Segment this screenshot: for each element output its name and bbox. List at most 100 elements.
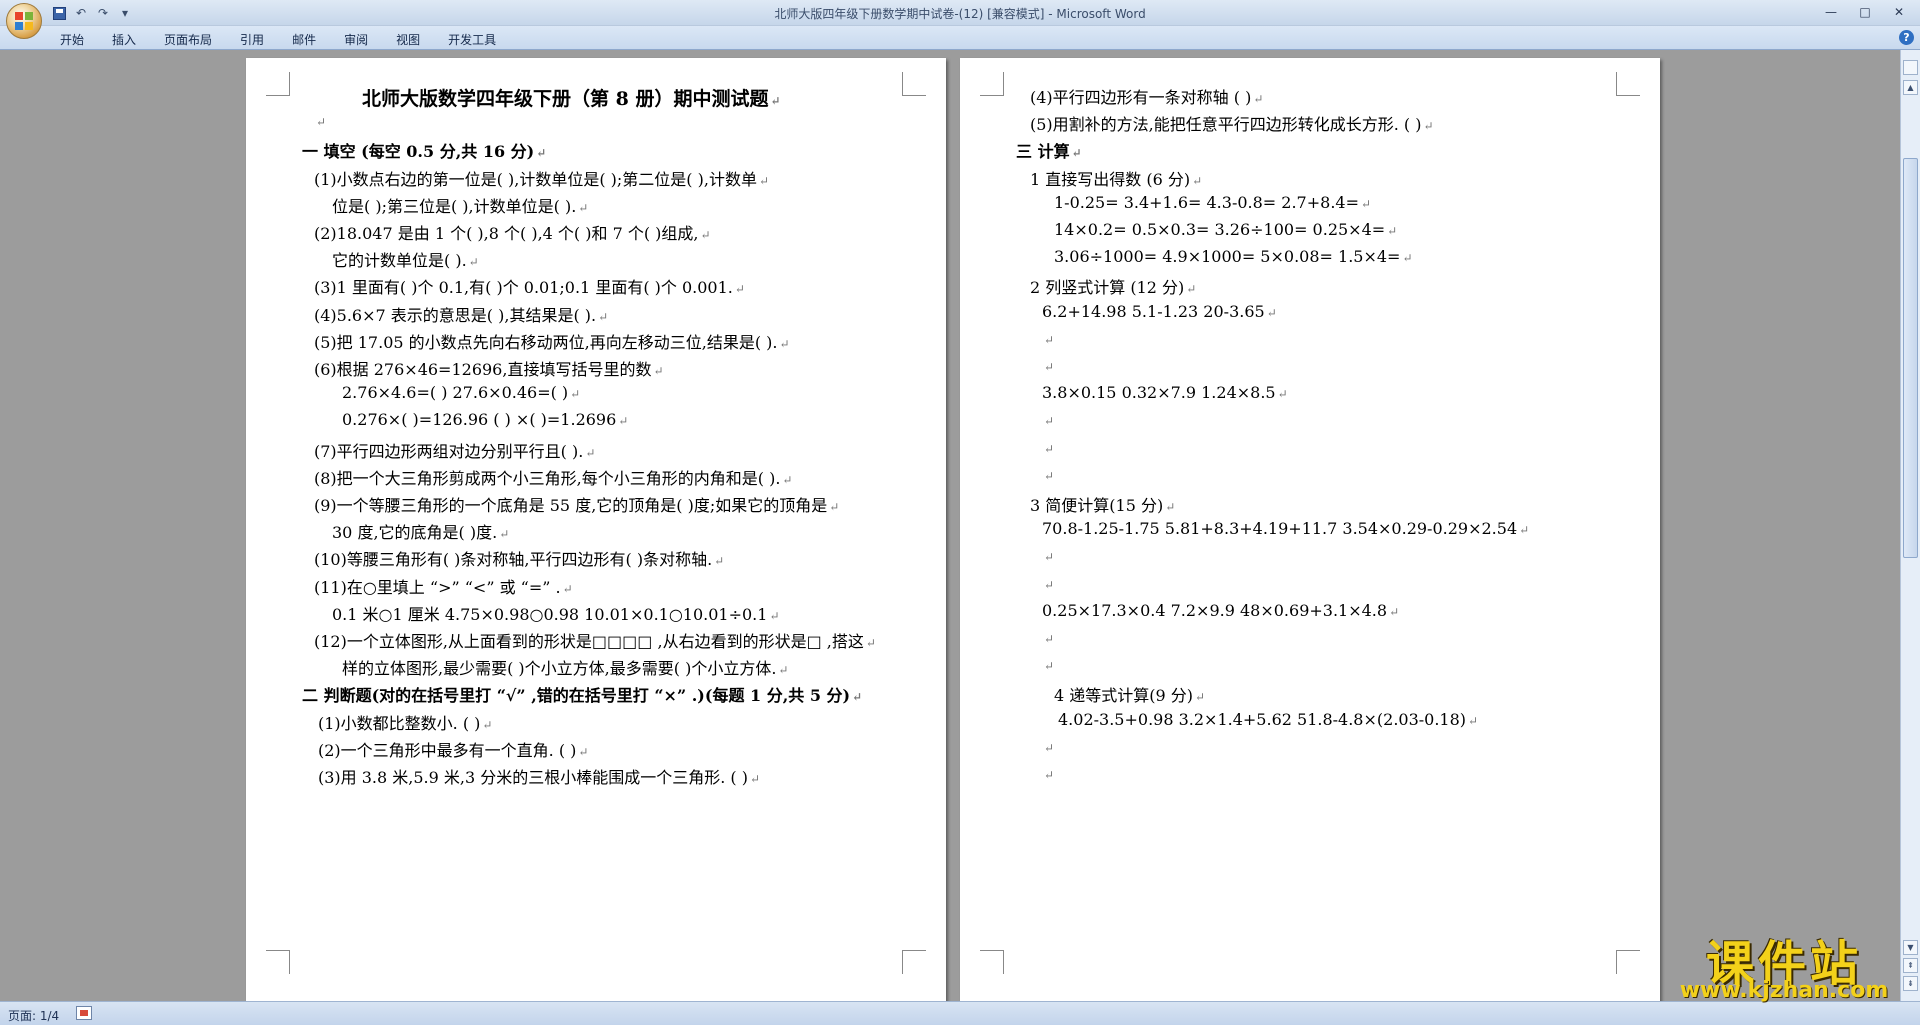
document-line[interactable]: 14×0.2= 0.5×0.3= 3.26÷100= 0.25×4= ↵ [1054, 220, 1397, 239]
ribbon-tab[interactable]: 页面布局 [150, 29, 226, 50]
page-counter[interactable]: 页面: 1/4 [8, 1007, 59, 1024]
document-line[interactable]: ↵ [1042, 764, 1054, 783]
document-line[interactable]: 3.06÷1000= 4.9×1000= 5×0.08= 1.5×4= ↵ [1054, 247, 1413, 266]
document-line[interactable]: ↵ [1042, 329, 1054, 348]
document-line[interactable]: 3 简便计算(15 分) ↵ [1030, 492, 1175, 516]
paragraph-mark-icon: ↵ [769, 608, 780, 623]
document-line[interactable]: (4)5.6×7 表示的意思是( ),其结果是( ). ↵ [314, 302, 608, 326]
document-line[interactable]: 30 度,它的底角是( )度. ↵ [332, 519, 509, 543]
document-line[interactable]: 位是( );第三位是( ),计数单位是( ). ↵ [332, 193, 588, 217]
document-line[interactable]: 70.8-1.25-1.75 5.81+8.3+4.19+11.7 3.54×0… [1042, 519, 1529, 538]
paragraph-mark-icon: ↵ [778, 663, 789, 678]
document-line[interactable]: (3)1 里面有( )个 0.1,有( )个 0.01;0.1 里面有( )个 … [314, 274, 745, 298]
document-line[interactable]: 北师大版数学四年级下册（第 8 册）期中测试题 ↵ [362, 84, 781, 111]
document-line[interactable]: (5)用割补的方法,能把任意平行四边形转化成长方形. ( ) ↵ [1030, 111, 1434, 135]
maximize-button[interactable]: □ [1848, 2, 1882, 22]
ribbon-tab[interactable]: 插入 [98, 29, 150, 50]
document-line[interactable]: ↵ [1042, 737, 1054, 756]
document-line[interactable]: ↵ [1042, 574, 1054, 593]
paragraph-mark-icon: ↵ [562, 581, 573, 596]
document-line[interactable]: 二 判断题(对的在括号里打 “√” ,错的在括号里打 “×” .)(每题 1 分… [302, 682, 862, 706]
line-text: (3)1 里面有( )个 0.1,有( )个 0.01;0.1 里面有( )个 … [314, 278, 733, 298]
ribbon-tab[interactable]: 审阅 [330, 29, 382, 50]
document-line[interactable]: ↵ [1042, 628, 1054, 647]
line-text: 1-0.25= 3.4+1.6= 4.3-0.8= 2.7+8.4= [1054, 192, 1359, 212]
document-line[interactable]: 4.02-3.5+0.98 3.2×1.4+5.62 51.8-4.8×(2.0… [1058, 710, 1478, 729]
document-line[interactable]: (12)一个立体图形,从上面看到的形状是□□□□ ,从右边看到的形状是□ ,搭这… [314, 628, 876, 652]
line-text: 2 列竖式计算 (12 分) [1030, 278, 1185, 298]
scroll-up-button[interactable]: ▲ [1903, 80, 1918, 95]
ruler-toggle-button[interactable] [1903, 60, 1918, 75]
document-line[interactable]: ↵ [1042, 546, 1054, 565]
document-line[interactable]: ↵ [1042, 356, 1054, 375]
document-line[interactable]: 0.276×( )=126.96 ( ) ×( )=1.2696 ↵ [342, 410, 628, 429]
vertical-scrollbar[interactable]: ▲ ▼ ⇞ ⇟ [1900, 50, 1920, 1001]
document-line[interactable]: 4 递等式计算(9 分) ↵ [1054, 682, 1205, 706]
paragraph-mark-icon: ↵ [316, 115, 327, 130]
ribbon-tab[interactable]: 开始 [46, 29, 98, 50]
document-line[interactable]: 2 列竖式计算 (12 分) ↵ [1030, 274, 1196, 298]
ribbon-tab[interactable]: 视图 [382, 29, 434, 50]
document-line[interactable]: 0.1 米○1 厘米 4.75×0.98○0.98 10.01×0.1○10.0… [332, 601, 780, 625]
document-line[interactable]: (5)把 17.05 的小数点先向右移动两位,再向左移动三位,结果是( ). ↵ [314, 329, 790, 353]
proofing-icon[interactable] [76, 1006, 92, 1020]
paragraph-mark-icon: ↵ [585, 445, 596, 460]
document-page-1[interactable]: 北师大版数学四年级下册（第 8 册）期中测试题 ↵ ↵ 一 填空 (每空 0.5 分,… [246, 58, 946, 1001]
line-text: 14×0.2= 0.5×0.3= 3.26÷100= 0.25×4= [1054, 220, 1386, 239]
document-line[interactable]: (7)平行四边形两组对边分别平行且( ). ↵ [314, 438, 595, 462]
ribbon-tab[interactable]: 邮件 [278, 29, 330, 50]
document-line[interactable]: (6)根据 276×46=12696,直接填写括号里的数 ↵ [314, 356, 664, 380]
arrow-down-icon: ▼ [1907, 943, 1914, 952]
close-button[interactable]: ✕ [1882, 2, 1916, 22]
document-line[interactable]: (10)等腰三角形有( )条对称轴,平行四边形有( )条对称轴. ↵ [314, 546, 724, 570]
document-line[interactable]: ↵ [1042, 438, 1054, 457]
minimize-button[interactable]: — [1814, 2, 1848, 22]
ribbon-tab[interactable]: 引用 [226, 29, 278, 50]
ribbon-tab[interactable]: 开发工具 [434, 29, 510, 50]
line-text: 三 计算 [1016, 142, 1070, 162]
paragraph-mark-icon: ↵ [1044, 577, 1055, 592]
paragraph-mark-icon: ↵ [1402, 251, 1413, 266]
document-line[interactable]: 样的立体图形,最少需要( )个小立方体,最多需要( )个小立方体. ↵ [342, 655, 788, 679]
document-line[interactable]: 2.76×4.6=( ) 27.6×0.46=( ) ↵ [342, 383, 580, 402]
document-line[interactable]: (4)平行四边形有一条对称轴 ( ) ↵ [1030, 84, 1263, 108]
paragraph-mark-icon: ↵ [536, 146, 547, 161]
document-line[interactable]: (8)把一个大三角形剪成两个小三角形,每个小三角形的内角和是( ). ↵ [314, 465, 792, 489]
line-text: 北师大版数学四年级下册（第 8 册）期中测试题 [362, 88, 769, 110]
document-line[interactable]: ↵ [1042, 410, 1054, 429]
line-text: (7)平行四边形两组对边分别平行且( ). [314, 441, 584, 461]
document-line[interactable]: (3)用 3.8 米,5.9 米,3 分米的三根小棒能围成一个三角形. ( ) ↵ [318, 764, 760, 788]
line-text: 3.06÷1000= 4.9×1000= 5×0.08= 1.5×4= [1054, 247, 1401, 267]
scroll-down-button[interactable]: ▼ [1903, 940, 1918, 955]
document-line[interactable]: (9)一个等腰三角形的一个底角是 55 度,它的顶角是( )度;如果它的顶角是 ↵ [314, 492, 839, 516]
document-line[interactable]: ↵ [314, 111, 326, 130]
document-line[interactable]: (11)在○里填上 “>” “<” 或 “=” . ↵ [314, 574, 573, 598]
document-line[interactable]: (1)小数点右边的第一位是( ),计数单位是( );第二位是( ),计数单 ↵ [314, 166, 769, 190]
scroll-thumb[interactable] [1903, 158, 1918, 558]
document-line[interactable]: 6.2+14.98 5.1-1.23 20-3.65 ↵ [1042, 302, 1277, 321]
paragraph-mark-icon: ↵ [1360, 196, 1372, 211]
office-button[interactable] [6, 3, 42, 39]
close-icon: ✕ [1893, 5, 1905, 19]
paragraph-mark-icon: ↵ [1519, 523, 1530, 538]
document-line[interactable]: ↵ [1042, 655, 1054, 674]
document-line[interactable]: 3.8×0.15 0.32×7.9 1.24×8.5 ↵ [1042, 383, 1288, 402]
paragraph-mark-icon: ↵ [1389, 604, 1400, 619]
document-line[interactable]: ↵ [1042, 465, 1054, 484]
document-line[interactable]: 1 直接写出得数 (6 分) ↵ [1030, 166, 1202, 190]
document-line[interactable]: (2)一个三角形中最多有一个直角. ( ) ↵ [318, 737, 588, 761]
help-icon[interactable]: ? [1899, 30, 1914, 45]
document-line[interactable]: 一 填空 (每空 0.5 分,共 16 分) ↵ [302, 138, 546, 162]
document-line[interactable]: 1-0.25= 3.4+1.6= 4.3-0.8= 2.7+8.4= ↵ [1054, 193, 1371, 212]
document-line[interactable]: (1)小数都比整数小. ( ) ↵ [318, 710, 492, 734]
document-line[interactable]: (2)18.047 是由 1 个( ),8 个( ),4 个( )和 7 个( … [314, 220, 711, 244]
paragraph-mark-icon: ↵ [1044, 659, 1055, 674]
document-line[interactable]: 0.25×17.3×0.4 7.2×9.9 48×0.69+3.1×4.8 ↵ [1042, 601, 1399, 620]
next-page-button[interactable]: ⇟ [1903, 976, 1918, 991]
document-line[interactable]: 它的计数单位是( ). ↵ [332, 247, 479, 271]
document-page-2[interactable]: (4)平行四边形有一条对称轴 ( ) ↵ (5)用割补的方法,能把任意平行四边形转化… [960, 58, 1660, 1001]
line-text: (5)把 17.05 的小数点先向右移动两位,再向左移动三位,结果是( ). [314, 332, 778, 352]
document-line[interactable]: 三 计算 ↵ [1016, 138, 1082, 162]
margin-corner-mark [1616, 950, 1640, 974]
previous-page-button[interactable]: ⇞ [1903, 958, 1918, 973]
